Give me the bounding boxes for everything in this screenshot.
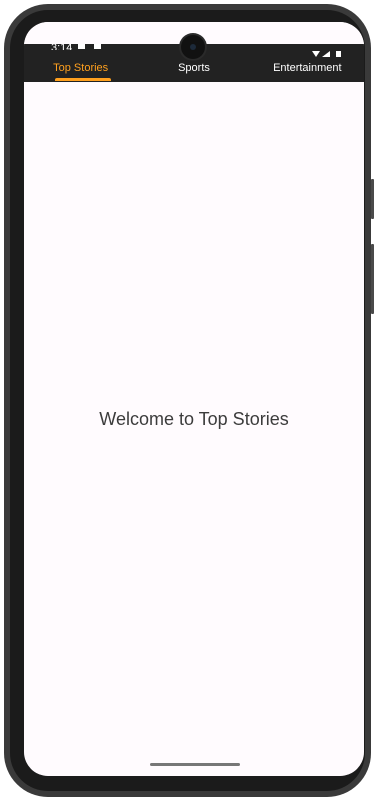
welcome-text: Welcome to Top Stories — [99, 408, 289, 429]
home-indicator[interactable] — [150, 763, 240, 766]
status-time: 3:14 — [51, 44, 73, 50]
screen: 3:14 Top Stories Sports Entertainment We… — [24, 22, 364, 776]
download-icon — [94, 44, 101, 49]
volume-button — [371, 244, 374, 314]
tab-indicator — [55, 78, 111, 81]
power-button — [371, 179, 374, 219]
main-content: Welcome to Top Stories — [24, 82, 364, 776]
device-frame: 3:14 Top Stories Sports Entertainment We… — [4, 4, 374, 797]
system-icons — [312, 44, 342, 57]
tab-sports[interactable]: Sports — [137, 52, 250, 82]
tab-entertainment[interactable]: Entertainment — [251, 52, 364, 82]
notification-icon — [78, 44, 85, 49]
